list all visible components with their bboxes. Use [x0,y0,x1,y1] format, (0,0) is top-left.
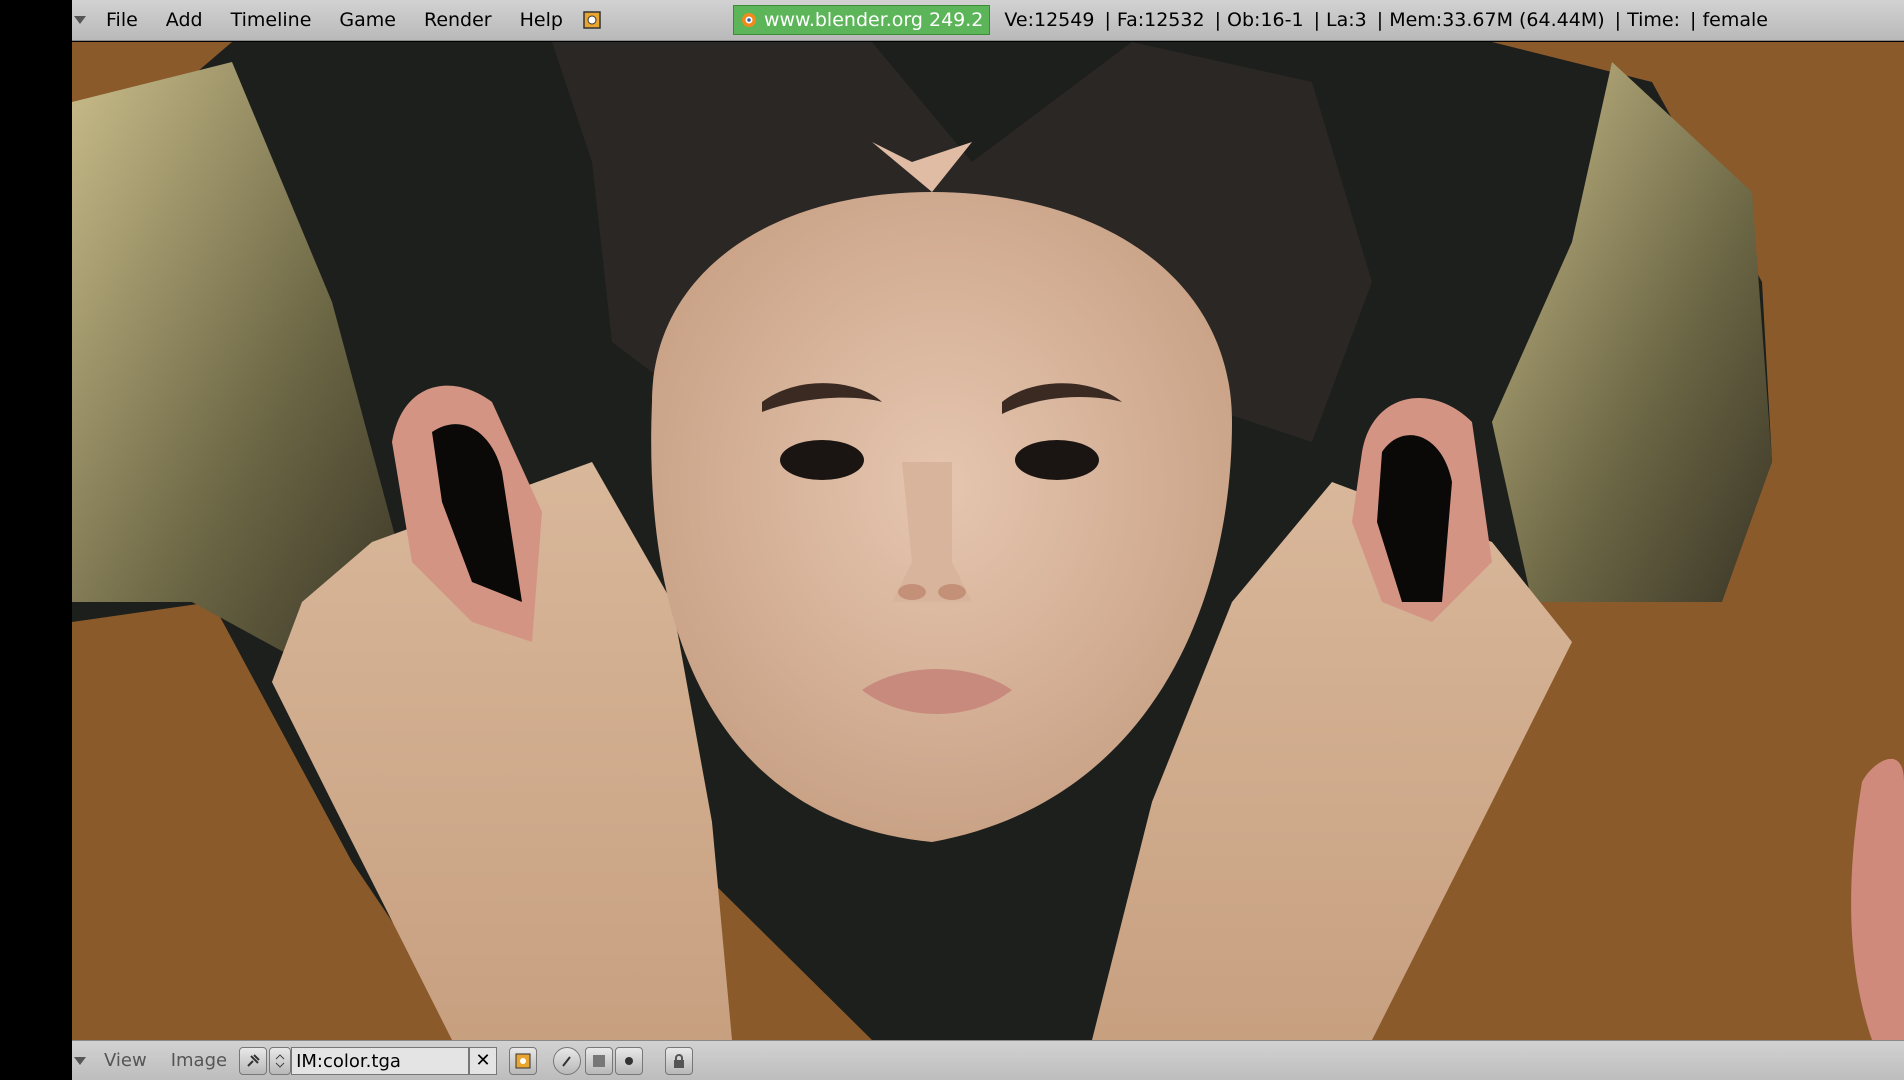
pin-image-button[interactable] [239,1046,268,1075]
paint-tool-button[interactable] [553,1046,582,1075]
menu-image[interactable]: Image [159,1050,239,1071]
menu-add[interactable]: Add [152,0,217,41]
header-collapse-icon[interactable] [74,16,86,24]
engine-icon[interactable] [581,8,605,32]
menu-timeline[interactable]: Timeline [217,0,326,41]
stat-lamps: La:3 [1326,9,1367,31]
stat-vertices: Ve:12549 [1004,9,1095,31]
unlink-image-button[interactable]: ✕ [469,1046,498,1075]
blender-logo-icon [741,13,756,27]
lock-button[interactable] [665,1046,694,1075]
blender-url-badge[interactable]: www.blender.org 249.2 [732,5,991,35]
image-editor-header: View Image IM:color.tga ✕ [72,1040,1904,1080]
menu-render[interactable]: Render [410,0,506,41]
uv-image-viewport[interactable] [72,42,1904,1040]
stat-memory: Mem:33.67M (64.44M) [1389,9,1605,31]
menu-game[interactable]: Game [325,0,410,41]
left-edge-strip [0,0,72,1080]
texture-tiles-button[interactable] [585,1046,614,1075]
tiles-icon [593,1054,606,1067]
brush-icon [562,1055,571,1067]
top-menu-bar: File Add Timeline Game Render Help www.b… [72,0,1904,41]
menu-view[interactable]: View [92,1050,159,1071]
scene-stats: Ve:12549 | Fa:12532 | Ob:16-1 | La:3 | Mem:3… [1004,9,1768,31]
updown-arrows-icon [275,1053,285,1068]
stat-faces: Fa:12532 [1116,9,1205,31]
stat-time: Time: [1627,9,1680,31]
image-name-field[interactable]: IM:color.tga [291,1046,470,1075]
close-icon: ✕ [475,1050,491,1071]
stat-scene-name: female [1702,9,1768,31]
header-collapse-icon-bottom[interactable] [74,1056,86,1065]
face-texture-image [72,42,1904,1040]
dot-icon [625,1056,634,1065]
menu-file[interactable]: File [92,0,152,41]
render-image-button[interactable] [509,1046,538,1075]
image-browse-button[interactable] [269,1046,292,1075]
draw-alpha-button[interactable] [615,1046,644,1075]
pin-icon [247,1053,260,1067]
menu-help[interactable]: Help [506,0,577,41]
url-text: www.blender.org 249.2 [763,9,984,31]
stat-objects: Ob:16-1 [1227,9,1304,31]
render-icon [515,1053,531,1068]
lock-icon [674,1053,685,1068]
